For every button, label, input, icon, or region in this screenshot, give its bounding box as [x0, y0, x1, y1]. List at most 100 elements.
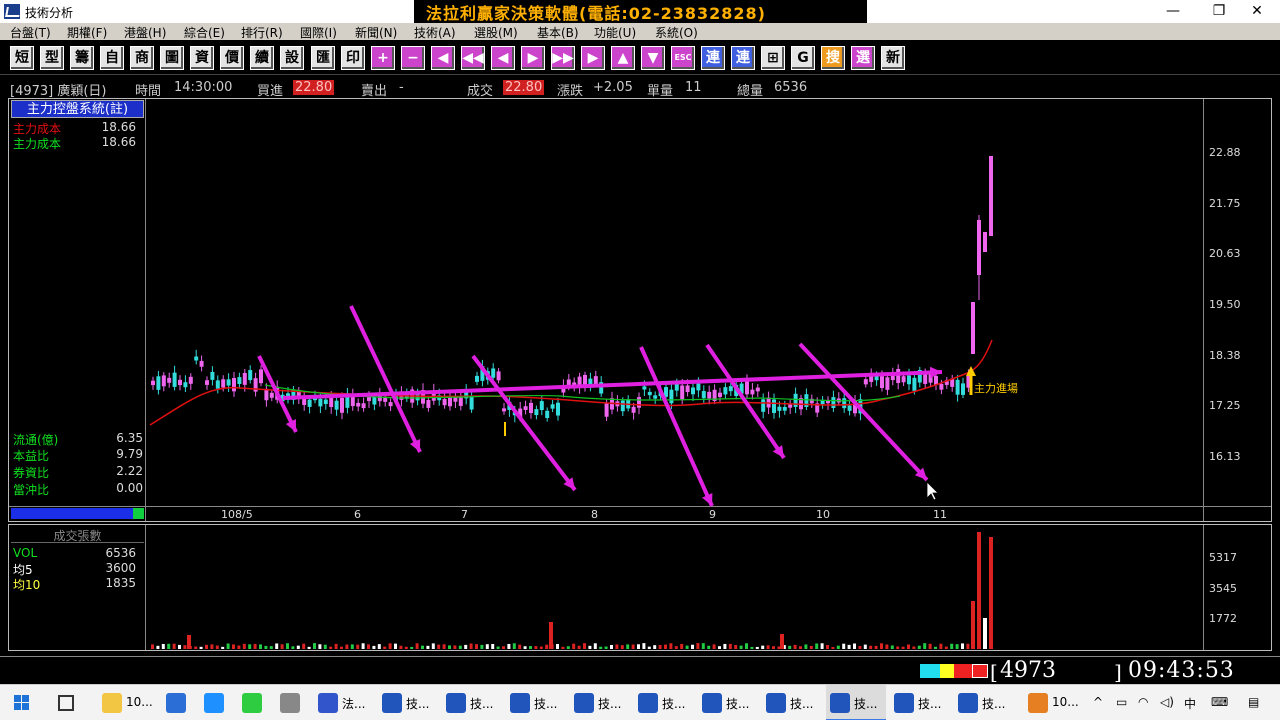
toolbar-button-26[interactable]: G	[791, 46, 815, 70]
toolbar-button-16[interactable]: ◀	[491, 46, 515, 70]
toolbar-button-20[interactable]: ▲	[611, 46, 635, 70]
pe-label: 本益比	[13, 449, 50, 463]
keyboard-icon[interactable]: ⌨	[1211, 695, 1228, 709]
volume-icon[interactable]: ◁)	[1160, 695, 1174, 709]
menu-item-7[interactable]: 技術(A)	[414, 24, 456, 41]
task-view-icon[interactable]	[58, 695, 74, 711]
taskbar-app-10[interactable]: 技...	[634, 685, 694, 720]
status-light-red-2	[972, 664, 988, 678]
toolbar-button-29[interactable]: 新	[881, 46, 905, 70]
toolbar-button-7[interactable]: 價	[220, 46, 244, 70]
menu-item-6[interactable]: 新聞(N)	[355, 24, 397, 41]
toolbar-button-15[interactable]: ◀◀	[461, 46, 485, 70]
menu-item-0[interactable]: 台盤(T)	[10, 24, 51, 41]
toolbar-button-0[interactable]: 短	[10, 46, 34, 70]
menu-item-5[interactable]: 國際(I)	[300, 24, 337, 41]
taskbar-app-icon	[510, 693, 530, 713]
toolbar-button-12[interactable]: +	[371, 46, 395, 70]
volume-divider	[145, 525, 146, 650]
scroll-track[interactable]	[11, 508, 133, 519]
taskbar-app-3[interactable]	[238, 685, 272, 720]
taskbar-app-icon	[830, 693, 850, 713]
toolbar-button-1[interactable]: 型	[40, 46, 64, 70]
taskbar-app-9[interactable]: 技...	[570, 685, 630, 720]
menu-item-11[interactable]: 系統(O)	[655, 24, 698, 41]
toolbar-button-2[interactable]: 籌	[70, 46, 94, 70]
taskbar-app-14[interactable]: 技...	[890, 685, 950, 720]
toolbar-button-23[interactable]: 連	[701, 46, 725, 70]
quote-line: [4973] 廣穎(日) 時間 14:30:00 買進 22.80 賣出 - 成…	[10, 80, 1272, 99]
taskbar-app-13[interactable]: 技...	[826, 685, 886, 720]
toolbar-button-14[interactable]: ◀	[431, 46, 455, 70]
wifi-icon[interactable]: ◠	[1138, 695, 1148, 709]
toolbar-button-22[interactable]: ESC	[671, 46, 695, 70]
menu-item-2[interactable]: 港盤(H)	[124, 24, 166, 41]
taskbar-app-label: 10...	[1052, 695, 1079, 709]
toolbar-button-24[interactable]: 連	[731, 46, 755, 70]
toolbar-button-17[interactable]: ▶	[521, 46, 545, 70]
battery-icon[interactable]: ▭	[1116, 695, 1127, 709]
toolbar-button-13[interactable]: −	[401, 46, 425, 70]
tray-chevron-icon[interactable]: ^	[1093, 695, 1103, 709]
vol-value: 6536	[105, 546, 136, 560]
toolbar-button-28[interactable]: 選	[851, 46, 875, 70]
volume-label: 總量	[737, 84, 764, 99]
taskbar-app-icon	[1028, 693, 1048, 713]
taskbar-app-7[interactable]: 技...	[442, 685, 502, 720]
toolbar-button-8[interactable]: 續	[250, 46, 274, 70]
menu-item-4[interactable]: 排行(R)	[241, 24, 283, 41]
notification-icon[interactable]: ▤	[1248, 695, 1259, 709]
short-margin-label: 券資比	[13, 466, 50, 480]
taskbar-app-label: 技...	[918, 697, 942, 711]
price-tick-label: 20.63	[1209, 247, 1241, 260]
taskbar-app-8[interactable]: 技...	[506, 685, 566, 720]
toolbar-button-10[interactable]: 匯	[311, 46, 335, 70]
taskbar-app-icon	[204, 693, 224, 713]
taskbar-app-15[interactable]: 技...	[954, 685, 1014, 720]
toolbar-button-25[interactable]: ⊞	[761, 46, 785, 70]
taskbar-app-2[interactable]	[200, 685, 234, 720]
volume-tick-label: 3545	[1209, 582, 1237, 595]
toolbar-button-11[interactable]: 印	[341, 46, 365, 70]
change-label: 漲跌	[557, 84, 584, 99]
toolbar: 短型籌自商圖資價續設匯印 + − ◀ ◀◀ ◀ ▶ ▶▶ ▶ ▲ ▼ ESC 連連 ⊞ G 搜選新	[0, 40, 1280, 75]
menu-item-9[interactable]: 基本(B)	[537, 24, 579, 41]
volume-chart-frame	[8, 524, 1272, 651]
indicator-title[interactable]: 主力控盤系統(註)	[11, 100, 144, 118]
ime-indicator[interactable]: 中	[1184, 695, 1196, 712]
scroll-thumb[interactable]	[133, 508, 144, 519]
volume-title: 成交張數	[11, 527, 144, 543]
toolbar-button-4[interactable]: 商	[130, 46, 154, 70]
taskbar-app-0[interactable]: 10...	[98, 685, 158, 720]
menu-item-10[interactable]: 功能(U)	[594, 24, 636, 41]
toolbar-button-18[interactable]: ▶▶	[551, 46, 575, 70]
taskbar-app-label: 技...	[534, 697, 558, 711]
toolbar-button-21[interactable]: ▼	[641, 46, 665, 70]
menu-item-8[interactable]: 選股(M)	[474, 24, 518, 41]
menu-item-1[interactable]: 期權(F)	[67, 24, 107, 41]
daytrade-value: 0.00	[116, 481, 143, 495]
toolbar-button-5[interactable]: 圖	[160, 46, 184, 70]
taskbar-app-12[interactable]: 技...	[762, 685, 822, 720]
menu-item-3[interactable]: 綜合(E)	[184, 24, 225, 41]
toolbar-button-9[interactable]: 設	[280, 46, 304, 70]
entry-annotation: 主力進場	[974, 382, 1018, 395]
toolbar-button-27[interactable]: 搜	[821, 46, 845, 70]
close-button[interactable]: ✕	[1234, 0, 1280, 23]
minimize-button[interactable]: —	[1150, 0, 1196, 23]
taskbar-app-icon	[166, 693, 186, 713]
start-button[interactable]	[14, 695, 30, 711]
taskbar-app-4[interactable]	[276, 685, 310, 720]
toolbar-button-6[interactable]: 資	[190, 46, 214, 70]
taskbar-app-11[interactable]: 技...	[698, 685, 758, 720]
taskbar-app-label: 法...	[342, 697, 366, 711]
taskbar-app-6[interactable]: 技...	[378, 685, 438, 720]
taskbar-app-5[interactable]: 法...	[314, 685, 374, 720]
toolbar-button-3[interactable]: 自	[100, 46, 124, 70]
taskbar-app-icon	[958, 693, 978, 713]
stock-code-name: [4973] 廣穎(日)	[10, 84, 107, 99]
taskbar-app-16[interactable]: 10...	[1024, 685, 1084, 720]
status-light-yellow	[940, 664, 954, 678]
toolbar-button-19[interactable]: ▶	[581, 46, 605, 70]
taskbar-app-1[interactable]	[162, 685, 196, 720]
